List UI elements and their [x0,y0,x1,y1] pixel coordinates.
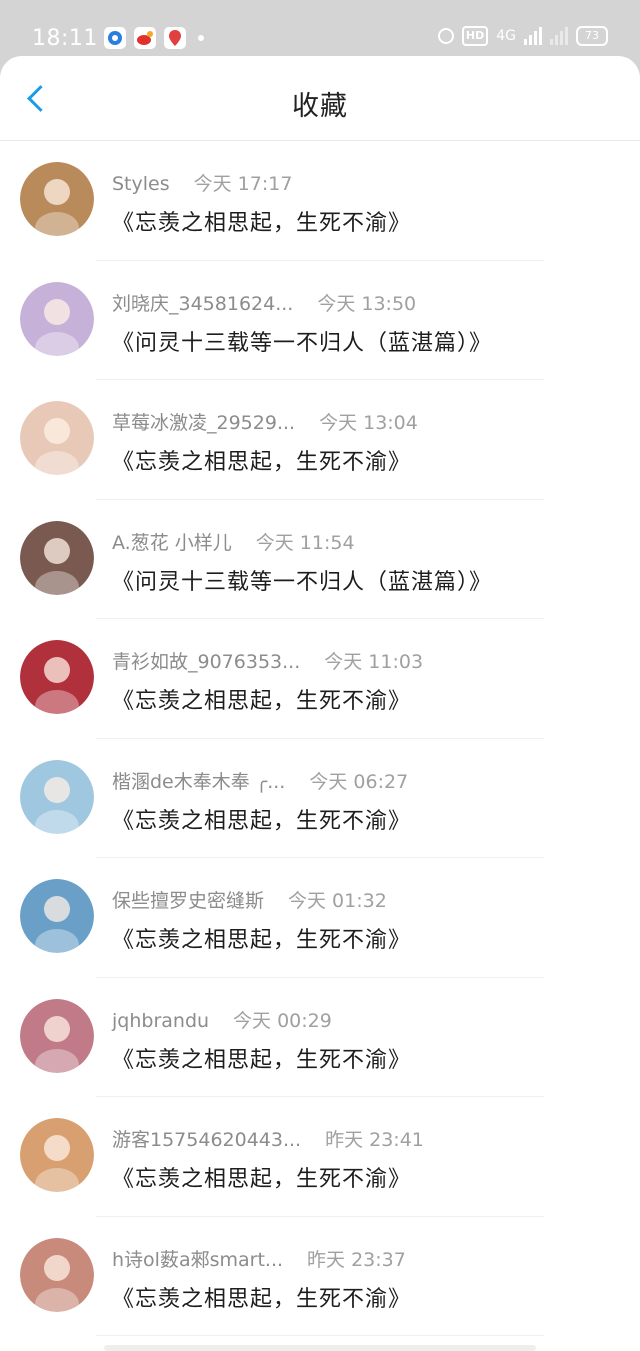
item-meta: jqhbrandu 今天 00:29 [112,1006,332,1033]
story-title[interactable]: 《忘羡之相思起，生死不渝》 [112,1161,411,1193]
username[interactable]: h诗ol薮a郲smart... [112,1249,283,1271]
list-item[interactable]: A.葱花 小样儿 今天 11:54 《问灵十三载等一不归人（蓝湛篇）》 [0,500,640,619]
weibo-app-icon [134,27,156,49]
username[interactable]: 游客15754620443... [112,1129,301,1151]
username[interactable]: jqhbrandu [112,1010,209,1032]
network-label: 4G [496,28,516,44]
avatar[interactable] [20,162,94,236]
list-item[interactable]: Styles 今天 17:17 《忘羡之相思起，生死不渝》 [0,141,640,261]
notification-icons [104,27,204,49]
list-item[interactable]: 保些擅罗史密缝斯 今天 01:32 《忘羡之相思起，生死不渝》 [0,858,640,978]
item-meta: Styles 今天 17:17 [112,169,292,196]
timestamp: 今天 11:54 [255,531,355,554]
list-item[interactable]: 草莓冰激凌_29529... 今天 13:04 《忘羡之相思起，生死不渝》 [0,380,640,500]
browser-app-icon [104,27,126,49]
username[interactable]: Styles [112,173,170,195]
avatar[interactable] [20,520,94,595]
hd-badge: HD [461,26,489,46]
story-title[interactable]: 《忘羡之相思起，生死不渝》 [112,922,411,954]
item-meta: 草莓冰激凌_29529... 今天 13:04 [112,408,418,435]
username[interactable]: 保些擅罗史密缝斯 [112,890,264,912]
list-item[interactable]: 刘晓庆_34581624... 今天 13:50 《问灵十三载等一不归人（蓝湛篇）》 [0,261,640,380]
signal-icon-2 [550,27,568,45]
list-item[interactable]: jqhbrandu 今天 00:29 《忘羡之相思起，生死不渝》 [0,978,640,1097]
story-title[interactable]: 《问灵十三载等一不归人（蓝湛篇）》 [112,325,492,357]
story-title[interactable]: 《问灵十三载等一不归人（蓝湛篇）》 [112,564,492,596]
avatar[interactable] [20,281,94,356]
username[interactable]: 刘晓庆_34581624... [112,293,293,315]
avatar[interactable] [20,640,94,714]
timestamp: 今天 01:32 [288,890,387,912]
username[interactable]: 青衫如故_9076353... [112,651,300,673]
story-title[interactable]: 《忘羡之相思起，生死不渝》 [112,803,411,835]
status-time: 18:11 [32,26,98,51]
battery-icon: 73 [576,26,608,46]
timestamp: 昨天 23:37 [307,1248,406,1271]
map-app-icon [164,27,186,49]
system-icons: HD 4G 73 [437,26,608,46]
list-item[interactable]: 青衫如故_9076353... 今天 11:03 《忘羡之相思起，生死不渝》 [0,619,640,739]
username[interactable]: 草莓冰激凌_29529... [112,412,295,434]
more-notifications-dot [198,35,204,41]
nav-bar: 收藏 [0,56,640,141]
timestamp: 今天 13:04 [319,412,418,434]
timestamp: 今天 06:27 [309,770,409,793]
avatar[interactable] [20,1118,94,1192]
avatar[interactable] [20,759,94,834]
page-title: 收藏 [292,91,348,122]
signal-icon [524,27,542,45]
story-title[interactable]: 《忘羡之相思起，生死不渝》 [112,683,411,715]
timestamp: 今天 11:03 [324,651,424,673]
story-title[interactable]: 《忘羡之相思起，生死不渝》 [112,205,411,237]
item-meta: 楷溷de木奉木奉 ╭... 今天 06:27 [112,767,408,794]
story-title[interactable]: 《忘羡之相思起，生死不渝》 [112,1281,411,1313]
avatar[interactable] [20,879,94,953]
avatar[interactable] [20,401,94,475]
item-meta: 青衫如故_9076353... 今天 11:03 [112,647,423,674]
divider [96,1335,544,1336]
avatar[interactable] [20,1237,94,1312]
story-title[interactable]: 《忘羡之相思起，生死不渝》 [112,1042,411,1074]
favorites-list: Styles 今天 17:17 《忘羡之相思起，生死不渝》 刘晓庆_34581624.… [0,141,640,1336]
item-meta: 游客15754620443... 昨天 23:41 [112,1125,424,1152]
item-meta: h诗ol薮a郲smart... 昨天 23:37 [112,1245,406,1272]
timestamp: 今天 13:50 [317,292,417,315]
timestamp: 昨天 23:41 [325,1129,424,1151]
timestamp: 今天 17:17 [193,173,293,195]
timestamp: 今天 00:29 [233,1009,332,1032]
list-item[interactable]: 游客15754620443... 昨天 23:41 《忘羡之相思起，生死不渝》 [0,1097,640,1217]
list-item[interactable]: 楷溷de木奉木奉 ╭... 今天 06:27 《忘羡之相思起，生死不渝》 [0,739,640,858]
item-meta: 保些擅罗史密缝斯 今天 01:32 [112,886,387,913]
avatar[interactable] [20,998,94,1073]
alarm-icon [437,28,454,44]
username[interactable]: 楷溷de木奉木奉 ╭... [112,771,285,793]
item-meta: A.葱花 小样儿 今天 11:54 [112,528,355,555]
item-meta: 刘晓庆_34581624... 今天 13:50 [112,289,416,316]
story-title[interactable]: 《忘羡之相思起，生死不渝》 [112,444,411,476]
username[interactable]: A.葱花 小样儿 [112,532,232,554]
list-item[interactable]: h诗ol薮a郲smart... 昨天 23:37 《忘羡之相思起，生死不渝》 [0,1217,640,1336]
scroll-hint [104,1345,536,1351]
